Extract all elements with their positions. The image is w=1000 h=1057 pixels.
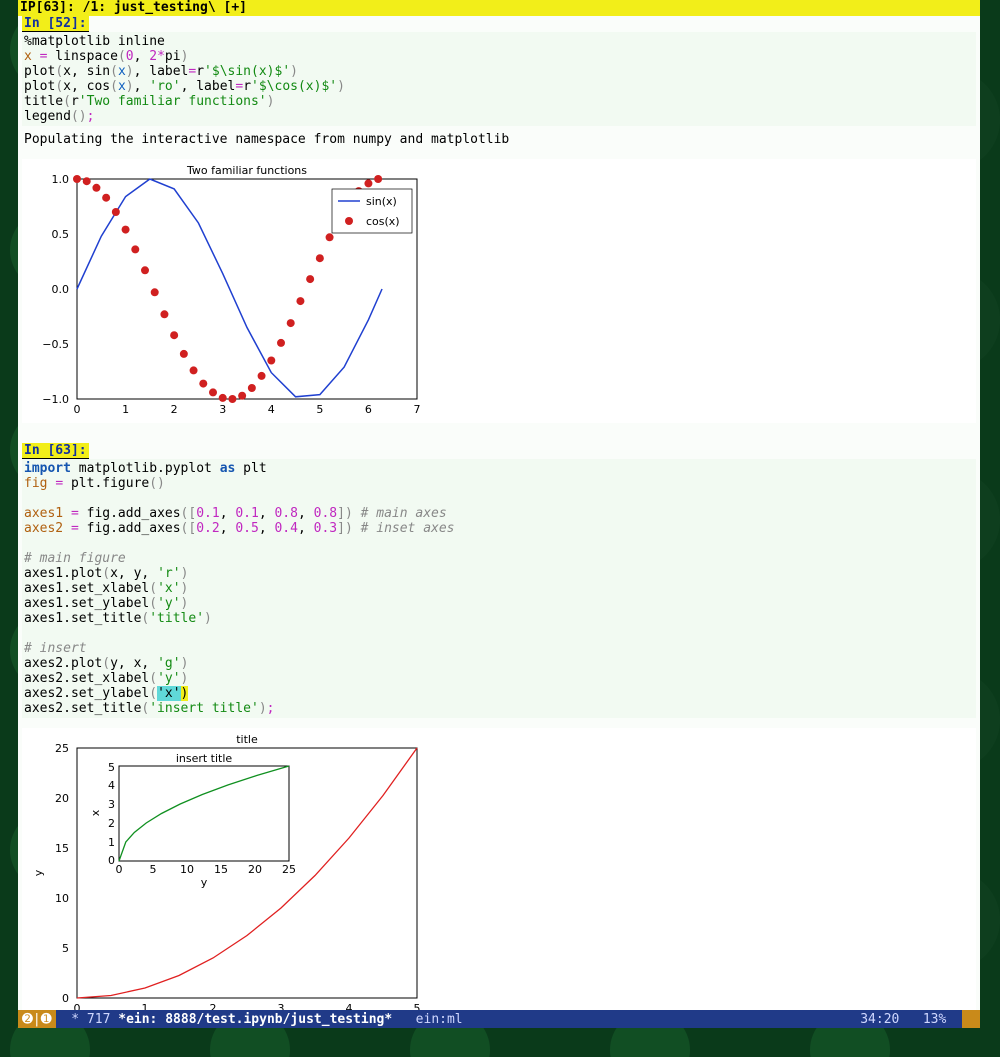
svg-text:x: x [89, 809, 102, 816]
svg-text:−1.0: −1.0 [42, 393, 69, 406]
svg-text:20: 20 [248, 863, 262, 876]
svg-text:15: 15 [214, 863, 228, 876]
svg-text:0.0: 0.0 [52, 283, 70, 296]
svg-text:10: 10 [180, 863, 194, 876]
cell-2-prompt: In [63]: [22, 443, 89, 459]
svg-text:3: 3 [219, 403, 226, 416]
modeline-position: 34:20 [860, 1012, 899, 1027]
svg-text:0: 0 [108, 854, 115, 867]
svg-text:5: 5 [316, 403, 323, 416]
svg-text:5: 5 [108, 761, 115, 774]
svg-text:0: 0 [74, 403, 81, 416]
svg-text:4: 4 [108, 779, 115, 792]
svg-text:0: 0 [116, 863, 123, 876]
svg-text:1: 1 [122, 403, 129, 416]
chart-2: title 0 5 10 15 20 25 0 [22, 728, 976, 1012]
svg-text:y: y [201, 876, 208, 889]
svg-text:insert title: insert title [176, 752, 233, 765]
svg-text:5: 5 [150, 863, 157, 876]
cell-1-output-text: Populating the interactive namespace fro… [22, 130, 976, 149]
svg-text:5: 5 [62, 942, 69, 955]
modeline: ➋|➊ * 717 *ein: 8888/test.ipynb/just_tes… [18, 1010, 980, 1028]
svg-text:2: 2 [171, 403, 178, 416]
svg-text:0: 0 [62, 992, 69, 1005]
modeline-buffer-name: *ein: 8888/test.ipynb/just_testing* [118, 1012, 392, 1027]
svg-text:2: 2 [108, 817, 115, 830]
svg-text:sin(x): sin(x) [366, 195, 397, 208]
modeline-percent: 13% [899, 1012, 962, 1027]
cell-2[interactable]: In [63]: import matplotlib.pyplot as plt… [22, 443, 976, 1012]
chart-1-svg: Two familiar functions 1.0 0.5 0.0 −0.5 … [22, 159, 422, 419]
svg-text:1.0: 1.0 [52, 173, 70, 186]
svg-text:25: 25 [282, 863, 296, 876]
cell-2-input[interactable]: import matplotlib.pyplot as plt fig = pl… [22, 459, 976, 718]
svg-text:25: 25 [55, 742, 69, 755]
cell-1-prompt: In [52]: [22, 16, 89, 32]
svg-text:cos(x): cos(x) [366, 215, 400, 228]
window-titlebar: IP[63]: /1: just_testing\ [+] [18, 0, 980, 16]
svg-text:6: 6 [365, 403, 372, 416]
cell-1-input[interactable]: %matplotlib inline x = linspace(0, 2*pi)… [22, 32, 976, 126]
chart-1-legend: sin(x) cos(x) [332, 189, 412, 233]
chart-2-svg: title 0 5 10 15 20 25 0 [22, 728, 442, 1012]
modeline-mode: ein:ml [392, 1012, 462, 1027]
modeline-left: * 717 [56, 1012, 119, 1027]
chart-1: Two familiar functions 1.0 0.5 0.0 −0.5 … [22, 159, 976, 423]
notebook-content[interactable]: In [52]: %matplotlib inline x = linspace… [18, 16, 980, 1012]
chart-1-title: Two familiar functions [186, 164, 307, 177]
chart-2-inset: insert title 0 1 2 3 4 5 0 5 10 [89, 752, 296, 889]
chart-2-title: title [236, 733, 258, 746]
svg-text:20: 20 [55, 792, 69, 805]
chart-2-ylabel: y [32, 869, 45, 876]
svg-text:0.5: 0.5 [52, 228, 70, 241]
modeline-end [962, 1010, 980, 1028]
svg-text:1: 1 [108, 836, 115, 849]
svg-text:10: 10 [55, 892, 69, 905]
svg-text:4: 4 [268, 403, 275, 416]
svg-text:7: 7 [414, 403, 421, 416]
svg-text:−0.5: −0.5 [42, 338, 69, 351]
svg-text:3: 3 [108, 798, 115, 811]
svg-text:15: 15 [55, 842, 69, 855]
editor-window: IP[63]: /1: just_testing\ [+] In [52]: %… [18, 0, 980, 1012]
cell-1[interactable]: In [52]: %matplotlib inline x = linspace… [22, 16, 976, 423]
modeline-indicators: ➋|➊ [18, 1010, 56, 1028]
